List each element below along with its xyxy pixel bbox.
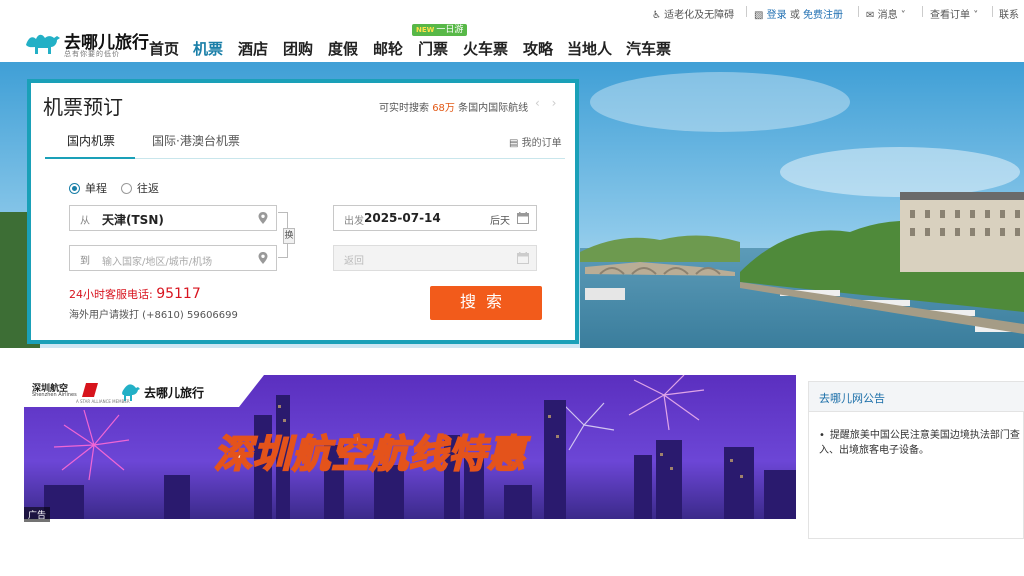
login-area: ▧ 登录 或 免费注册 <box>754 6 843 21</box>
messages-menu[interactable]: ✉ 消息 ˅ <box>866 6 906 21</box>
nav-guides[interactable]: 攻略 <box>523 38 553 59</box>
depart-date-field[interactable]: 出发 2025-07-14 后天 <box>333 205 537 231</box>
divider <box>992 6 993 17</box>
chevron-left-icon[interactable]: ‹ <box>535 96 540 110</box>
chevron-right-icon[interactable]: › <box>552 96 557 110</box>
realtime-search-info: 可实时搜索 68万 条国内国际航线 <box>379 103 529 114</box>
document-icon: ▤ <box>509 138 519 149</box>
flight-booking-panel: 机票预订 可实时搜索 68万 条国内国际航线 ‹ › 国内机票 国际·港澳台机票… <box>27 79 579 344</box>
radio-one-way[interactable]: 单程 <box>69 180 107 196</box>
contact-link[interactable]: 联系 <box>999 6 1019 21</box>
active-tab-indicator <box>45 157 135 159</box>
radio-round-trip[interactable]: 往返 <box>121 180 159 196</box>
search-button[interactable]: 搜索 <box>430 286 542 320</box>
depart-date-value: 2025-07-14 <box>364 211 441 225</box>
notice-title: 去哪儿网公告 <box>819 392 885 405</box>
nav-flights[interactable]: 机票 <box>193 38 223 59</box>
bullet-icon: • <box>819 430 825 441</box>
register-link[interactable]: 免费注册 <box>803 10 843 21</box>
overseas-phone: 海外用户请拨打 (+8610) 59606699 <box>69 310 238 321</box>
banner-airline-en: Shenzhen Airlines <box>32 392 77 398</box>
nav-hotels[interactable]: 酒店 <box>238 38 268 59</box>
nav-train[interactable]: 火车票 <box>463 38 508 59</box>
banner-partner-name: 去哪儿旅行 <box>144 386 205 400</box>
nav-home[interactable]: 首页 <box>149 38 179 59</box>
swap-cities-button[interactable]: 换 <box>283 228 295 244</box>
orders-menu[interactable]: 查看订单 ˅ <box>930 6 978 21</box>
top-utility-bar: ♿ 适老化及无障碍 ▧ 登录 或 免费注册 ✉ 消息 ˅ 查看订单 ˅ 联系 <box>0 0 1024 24</box>
hotline-number: 95117 <box>156 286 201 302</box>
nav-cruise[interactable]: 邮轮 <box>373 38 403 59</box>
tab-international[interactable]: 国际·港澳台机票 <box>152 132 240 149</box>
qunar-logo[interactable]: 去哪儿旅行 总有你要的低价 <box>24 28 149 60</box>
notice-item[interactable]: • 提醒旅美中国公民注意美国边境执法部门查入、出境旅客电子设备。 <box>819 428 1024 458</box>
depart-day-hint: 后天 <box>490 216 510 227</box>
banner-headline: 深圳航空航线特惠 <box>213 431 527 477</box>
mail-icon: ✉ <box>866 10 875 21</box>
nav-vacation[interactable]: 度假 <box>328 38 358 59</box>
nav-tickets[interactable]: 门票 <box>418 38 448 59</box>
calendar-icon <box>517 212 529 224</box>
chevron-down-icon: ˅ <box>900 10 906 21</box>
accessibility-link[interactable]: ♿ 适老化及无障碍 <box>652 6 734 21</box>
chevron-down-icon: ˅ <box>973 10 979 21</box>
from-city-value: 天津(TSN) <box>102 213 164 227</box>
main-header: 去哪儿旅行 总有你要的低价 NEW 一日游 首页 机票 酒店 团购 度假 邮轮 门… <box>0 24 1024 62</box>
nav-groupbuy[interactable]: 团购 <box>283 38 313 59</box>
radio-dot-selected <box>69 182 80 194</box>
carousel-arrows: ‹ › <box>535 96 556 110</box>
accessibility-icon: ♿ <box>652 10 661 21</box>
to-city-placeholder: 输入国家/地区/城市/机场 <box>102 257 213 268</box>
divider <box>922 6 923 17</box>
panel-title: 机票预订 <box>43 95 123 119</box>
nav-locals[interactable]: 当地人 <box>567 38 612 59</box>
calendar-icon <box>517 252 529 264</box>
my-orders-link[interactable]: ▤ 我的订单 <box>509 134 562 149</box>
login-link[interactable]: 登录 <box>767 10 787 21</box>
banner-alliance: A STAR ALLIANCE MEMBER <box>76 399 130 404</box>
hotline: 24小时客服电话: 95117 <box>69 286 201 302</box>
promo-banner[interactable]: 深圳航空 Shenzhen Airlines A STAR ALLIANCE M… <box>24 375 796 519</box>
location-pin-icon <box>258 252 268 264</box>
nav-bus[interactable]: 汽车票 <box>626 38 671 59</box>
new-badge: NEW 一日游 <box>412 24 468 36</box>
location-pin-icon <box>258 212 268 224</box>
from-city-field[interactable]: 从 天津(TSN) <box>69 205 277 231</box>
logo-slogan: 总有你要的低价 <box>64 50 120 58</box>
camel-logo-icon <box>26 34 60 54</box>
divider <box>858 6 859 17</box>
radio-dot <box>121 182 132 194</box>
notice-panel: 去哪儿网公告 • 提醒旅美中国公民注意美国边境执法部门查入、出境旅客电子设备。 <box>808 381 1024 539</box>
return-date-field[interactable]: 返回 <box>333 245 537 271</box>
tab-domestic[interactable]: 国内机票 <box>67 132 115 149</box>
divider <box>746 6 747 17</box>
notice-header: 去哪儿网公告 <box>809 382 1024 412</box>
ad-label: 广告 <box>24 507 51 522</box>
to-city-field[interactable]: 到 输入国家/地区/城市/机场 <box>69 245 277 271</box>
user-icon: ▧ <box>754 10 764 21</box>
or-text: 或 <box>789 10 800 21</box>
